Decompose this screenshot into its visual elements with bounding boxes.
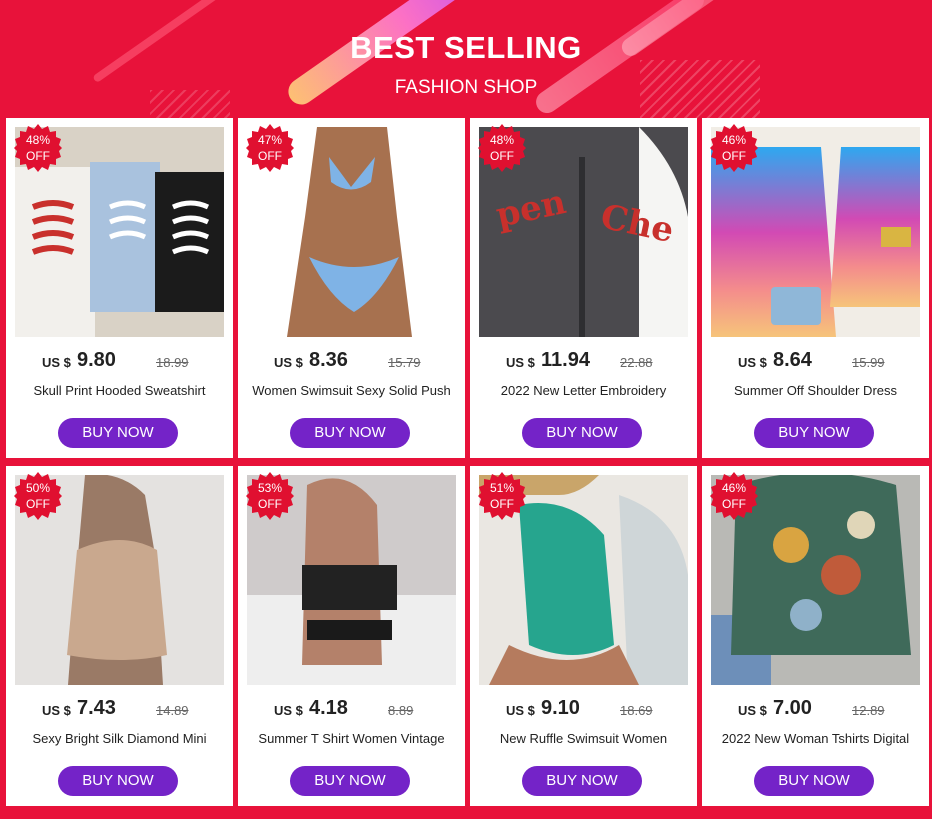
discount-off-label: OFF [26, 149, 50, 163]
price-row: US $ 4.18 8.89 [238, 697, 465, 723]
original-price: 18.69 [620, 703, 653, 718]
discount-badge: 48% OFF [14, 124, 62, 172]
discount-off-label: OFF [722, 497, 746, 511]
original-price: 8.89 [388, 703, 414, 718]
discount-badge: 46% OFF [710, 472, 758, 520]
currency-label: US $ [274, 703, 303, 718]
sale-price: 8.36 [309, 349, 348, 371]
discount-percent: 48% [489, 133, 515, 147]
original-price: 15.79 [388, 355, 421, 370]
product-name[interactable]: Skull Print Hooded Sweatshirt [12, 383, 227, 398]
discount-badge: 46% OFF [710, 124, 758, 172]
buy-now-button[interactable]: BUY NOW [754, 766, 874, 796]
discount-off-label: OFF [722, 149, 746, 163]
currency-label: US $ [738, 355, 767, 370]
discount-badge: 50% OFF [14, 472, 62, 520]
discount-badge: 48% OFF [478, 124, 526, 172]
product-card[interactable]: 46% OFF US $ 7.00 12.89 2022 New Woman T… [702, 466, 929, 806]
product-name[interactable]: Sexy Bright Silk Diamond Mini [12, 731, 227, 746]
sale-price: 4.18 [309, 697, 348, 719]
price-row: US $ 7.43 14.89 [6, 697, 233, 723]
discount-percent: 46% [721, 481, 747, 495]
original-price: 15.99 [852, 355, 885, 370]
product-card[interactable]: 50% OFF US $ 7.43 14.89 Sexy Bright Silk… [6, 466, 233, 806]
price-row: US $ 9.10 18.69 [470, 697, 697, 723]
price-row: US $ 8.36 15.79 [238, 349, 465, 375]
price-row: US $ 8.64 15.99 [702, 349, 929, 375]
discount-off-label: OFF [490, 149, 514, 163]
banner-title: BEST SELLING [350, 30, 582, 65]
product-name[interactable]: Summer Off Shoulder Dress [708, 383, 923, 398]
buy-now-button[interactable]: BUY NOW [754, 418, 874, 448]
discount-percent: 46% [721, 133, 747, 147]
product-name[interactable]: 2022 New Letter Embroidery [476, 383, 691, 398]
discount-percent: 51% [489, 481, 515, 495]
buy-now-button[interactable]: BUY NOW [290, 766, 410, 796]
product-card[interactable]: 46% OFF US $ 8.64 15.99 Summer Off Shoul… [702, 118, 929, 458]
discount-percent: 53% [257, 481, 283, 495]
product-name[interactable]: New Ruffle Swimsuit Women [476, 731, 691, 746]
buy-now-button[interactable]: BUY NOW [58, 766, 178, 796]
discount-off-label: OFF [258, 149, 282, 163]
currency-label: US $ [506, 703, 535, 718]
discount-percent: 50% [25, 481, 51, 495]
discount-off-label: OFF [490, 497, 514, 511]
buy-now-button[interactable]: BUY NOW [58, 418, 178, 448]
discount-off-label: OFF [26, 497, 50, 511]
product-name[interactable]: 2022 New Woman Tshirts Digital [708, 731, 923, 746]
product-card[interactable]: 53% OFF US $ 4.18 8.89 Summer T Shirt Wo… [238, 466, 465, 806]
sale-price: 9.10 [541, 697, 580, 719]
discount-badge: 53% OFF [246, 472, 294, 520]
discount-percent: 47% [257, 133, 283, 147]
sale-price: 7.00 [773, 697, 812, 719]
product-name[interactable]: Summer T Shirt Women Vintage [244, 731, 459, 746]
product-name[interactable]: Women Swimsuit Sexy Solid Push [244, 383, 459, 398]
product-card[interactable]: 47% OFF US $ 8.36 15.79 Women Swimsuit S… [238, 118, 465, 458]
original-price: 12.89 [852, 703, 885, 718]
sale-price: 8.64 [773, 349, 812, 371]
product-card[interactable]: 48% OFF US $ 9.80 18.99 Skull Print Hood… [6, 118, 233, 458]
banner-header: BEST SELLING FASHION SHOP [0, 0, 932, 115]
currency-label: US $ [42, 355, 71, 370]
discount-badge: 51% OFF [478, 472, 526, 520]
sale-price: 11.94 [541, 349, 590, 371]
price-row: US $ 11.94 22.88 [470, 349, 697, 375]
currency-label: US $ [42, 703, 71, 718]
sale-price: 9.80 [77, 349, 116, 371]
original-price: 14.89 [156, 703, 189, 718]
buy-now-button[interactable]: BUY NOW [290, 418, 410, 448]
banner-subtitle: FASHION SHOP [394, 77, 538, 98]
original-price: 22.88 [620, 355, 653, 370]
currency-label: US $ [738, 703, 767, 718]
product-card[interactable]: pen Che 48% OFF US $ 11.94 22.88 2022 Ne… [470, 118, 697, 458]
buy-now-button[interactable]: BUY NOW [522, 418, 642, 448]
original-price: 18.99 [156, 355, 189, 370]
product-card[interactable]: 51% OFF US $ 9.10 18.69 New Ruffle Swims… [470, 466, 697, 806]
currency-label: US $ [274, 355, 303, 370]
price-row: US $ 7.00 12.89 [702, 697, 929, 723]
price-row: US $ 9.80 18.99 [6, 349, 233, 375]
buy-now-button[interactable]: BUY NOW [522, 766, 642, 796]
discount-off-label: OFF [258, 497, 282, 511]
discount-percent: 48% [25, 133, 51, 147]
discount-badge: 47% OFF [246, 124, 294, 172]
currency-label: US $ [506, 355, 535, 370]
sale-price: 7.43 [77, 697, 116, 719]
